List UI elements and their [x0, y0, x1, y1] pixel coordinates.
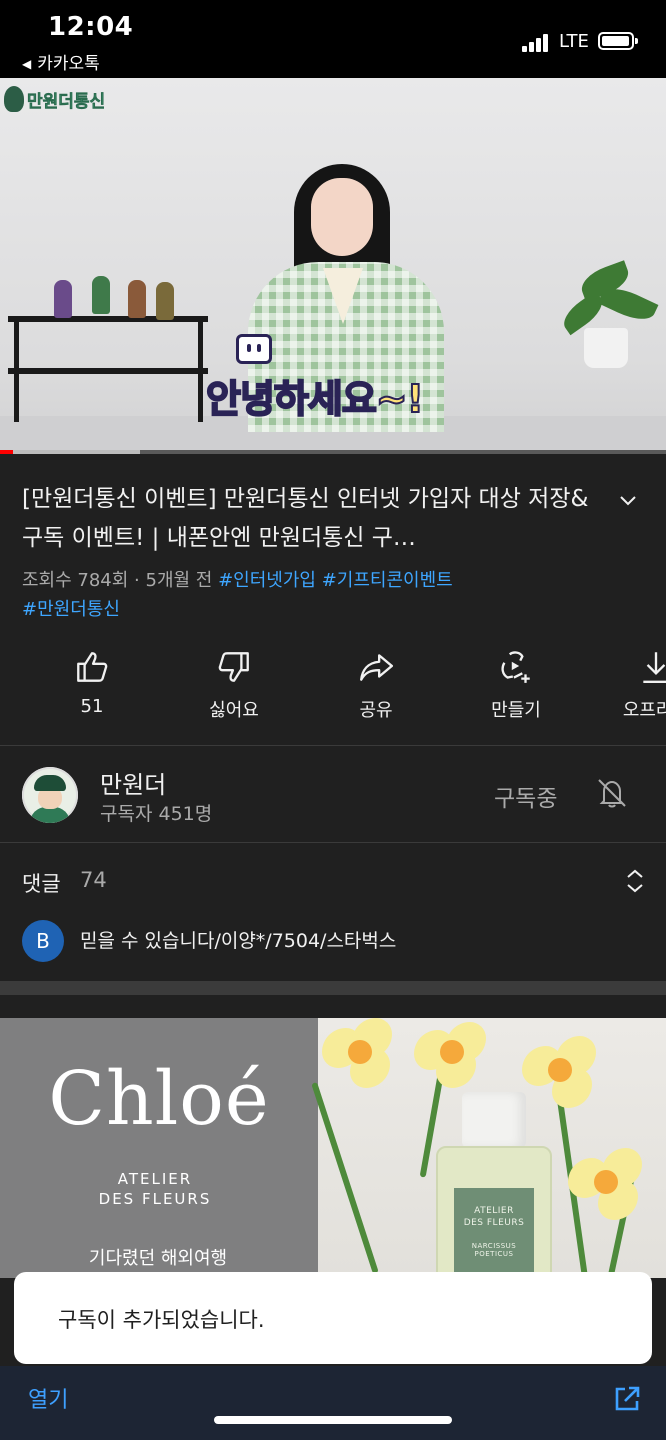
hashtag-link[interactable]: #만원더통신: [22, 599, 120, 620]
signal-icon: [522, 32, 554, 52]
top-comment-text: 믿을 수 있습니다/이양*/7504/스타벅스: [80, 930, 397, 952]
hashtag-link[interactable]: #기프티콘이벤트: [322, 570, 453, 591]
progress-buffered: [13, 450, 140, 454]
ad-line-1: ATELIER: [117, 1170, 193, 1188]
status-time: 12:04: [48, 12, 134, 42]
video-title[interactable]: [만원더통신 이벤트] 만원더통신 인터넷 가입자 대상 저장&구독 이벤트! …: [22, 480, 592, 558]
comments-count: 74: [80, 868, 107, 892]
perfume-bottle: ATELIER DES FLEURS NARCISSUS POETICUS: [436, 1146, 552, 1278]
ad-left-panel: Chloé ATELIER DES FLEURS 기다렸던 해외여행: [0, 1018, 318, 1278]
subscribed-button[interactable]: 구독중: [494, 779, 557, 813]
channel-row[interactable]: 만원더 구독자 451명 구독중: [0, 747, 666, 842]
shelf-image: [8, 276, 208, 422]
share-button[interactable]: 공유: [316, 648, 436, 728]
thumbs-down-icon: [218, 652, 249, 682]
status-bar: 12:04 ◀ 카카오톡 LTE: [0, 0, 666, 78]
expand-icon[interactable]: [622, 867, 648, 895]
mascot-icon: [4, 86, 24, 112]
open-external-icon[interactable]: [612, 1384, 642, 1414]
remix-icon: [501, 651, 530, 683]
progress-played: [0, 450, 14, 454]
like-button[interactable]: 51: [32, 648, 152, 728]
download-label: 오프라인: [622, 700, 666, 721]
chat-face-icon: [236, 334, 272, 364]
channel-name[interactable]: 만원더: [100, 765, 166, 800]
hashtag-link[interactable]: #인터넷가입: [218, 570, 316, 591]
plant-pot-image: [584, 328, 628, 368]
ad-banner[interactable]: Chloé ATELIER DES FLEURS 기다렸던 해외여행 ATELI…: [0, 1018, 666, 1278]
like-count: 51: [80, 696, 104, 717]
toast-message: 구독이 추가되었습니다.: [58, 1308, 265, 1332]
toast-notification: 구독이 추가되었습니다.: [14, 1272, 652, 1364]
ad-korean-text: 기다렸던 해외여행: [88, 1248, 228, 1269]
download-button[interactable]: 오프라인: [596, 648, 666, 728]
ad-line-2: DES FLEURS: [98, 1190, 212, 1208]
comments-heading: 댓글: [22, 872, 61, 896]
commenter-avatar: B: [22, 920, 64, 962]
bell-off-icon[interactable]: [594, 775, 630, 811]
ad-brand: Chloé: [48, 1056, 270, 1142]
divider: [0, 745, 666, 746]
action-bar: 51 싫어요 공유 만들기 오프라인: [0, 648, 666, 728]
video-subtitle: 안녕하세요~!: [205, 376, 425, 422]
remix-button[interactable]: 만들기: [456, 648, 576, 728]
video-player[interactable]: 만원더통신 안녕하세요~!: [0, 78, 666, 452]
channel-avatar[interactable]: [22, 767, 78, 823]
dislike-label: 싫어요: [209, 700, 259, 721]
create-label: 만들기: [491, 700, 541, 721]
share-label: 공유: [359, 700, 393, 721]
subscriber-count: 구독자 451명: [100, 803, 213, 825]
section-separator: [0, 981, 666, 995]
upload-age: 5개월 전: [145, 570, 213, 591]
back-app-label: 카카오톡: [37, 54, 100, 74]
home-indicator[interactable]: [214, 1416, 452, 1424]
battery-icon: [598, 32, 638, 50]
open-button[interactable]: 열기: [28, 1382, 68, 1414]
channel-watermark: 만원더통신: [4, 84, 105, 114]
channel-watermark-text: 만원더통신: [27, 91, 106, 112]
chevron-down-icon[interactable]: [616, 488, 640, 512]
network-label: LTE: [559, 31, 589, 52]
back-triangle-icon: ◀: [22, 57, 32, 71]
back-to-app-link[interactable]: ◀ 카카오톡: [22, 49, 100, 74]
ad-product-image: ATELIER DES FLEURS NARCISSUS POETICUS: [311, 1018, 666, 1278]
battery-fill: [602, 36, 629, 46]
video-progress-bar[interactable]: [0, 450, 666, 454]
video-meta: 조회수 784회 · 5개월 전 #인터넷가입 #기프티콘이벤트 #만원더통신: [22, 566, 622, 624]
meta-separator: ·: [128, 570, 146, 591]
download-icon: [643, 652, 666, 683]
comments-section[interactable]: 댓글 74 B 믿을 수 있습니다/이양*/7504/스타벅스: [0, 843, 666, 981]
thumbs-up-icon: [77, 652, 108, 682]
dislike-button[interactable]: 싫어요: [174, 648, 294, 728]
share-icon: [360, 654, 393, 681]
view-count: 조회수 784회: [22, 570, 129, 591]
bottom-bar: 열기: [0, 1366, 666, 1440]
